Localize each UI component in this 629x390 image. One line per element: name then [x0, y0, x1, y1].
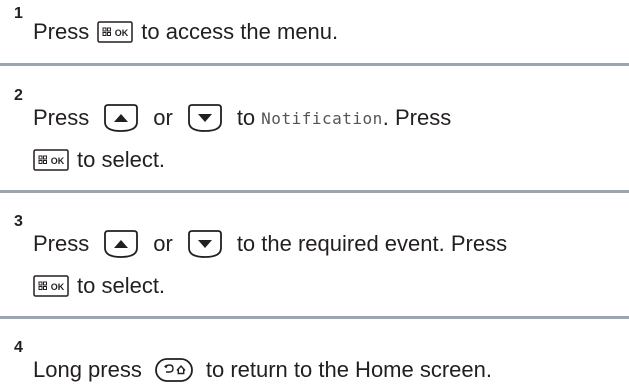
- step-text: Press: [33, 105, 90, 130]
- step-text: to select.: [77, 273, 166, 298]
- step-text: Press: [33, 231, 90, 256]
- menu-ok-key-icon: OK: [33, 275, 69, 297]
- step-text: or: [153, 231, 173, 256]
- step-text: . Press: [382, 105, 452, 130]
- step-number: 2: [14, 87, 23, 104]
- svg-text:OK: OK: [51, 156, 65, 166]
- up-arrow-key-icon: [101, 103, 141, 133]
- up-arrow-key-icon: [101, 229, 141, 259]
- back-home-key-icon: [154, 357, 194, 383]
- divider: [0, 63, 629, 66]
- step-4-line-1: Long press to return to the Home screen.: [33, 355, 492, 385]
- step-text: or: [153, 105, 173, 130]
- step-3-line-2: OK to select.: [33, 271, 165, 301]
- step-text: Press: [33, 19, 90, 44]
- step-text: to access the menu.: [141, 19, 339, 44]
- svg-text:OK: OK: [51, 282, 65, 292]
- step-text: Long press: [33, 357, 142, 382]
- divider: [0, 190, 629, 193]
- svg-text:OK: OK: [115, 28, 129, 38]
- down-arrow-key-icon: [185, 103, 225, 133]
- step-number: 4: [14, 339, 23, 356]
- step-3-line-1: Press or to the required event. Press: [33, 229, 507, 259]
- step-1-line-1: Press OK to access the menu.: [33, 17, 338, 47]
- step-number: 1: [14, 5, 23, 22]
- step-number: 3: [14, 213, 23, 230]
- screen-text: Notification: [261, 108, 383, 128]
- divider: [0, 316, 629, 319]
- menu-ok-key-icon: OK: [97, 21, 133, 43]
- step-text: to select.: [77, 147, 166, 172]
- step-2-line-1: Press or to Notification . Press: [33, 103, 451, 133]
- step-text: to: [236, 105, 256, 130]
- down-arrow-key-icon: [185, 229, 225, 259]
- step-text: to the required event. Press: [236, 231, 508, 256]
- step-2-line-2: OK to select.: [33, 145, 165, 175]
- step-text: to return to the Home screen.: [205, 357, 492, 382]
- menu-ok-key-icon: OK: [33, 149, 69, 171]
